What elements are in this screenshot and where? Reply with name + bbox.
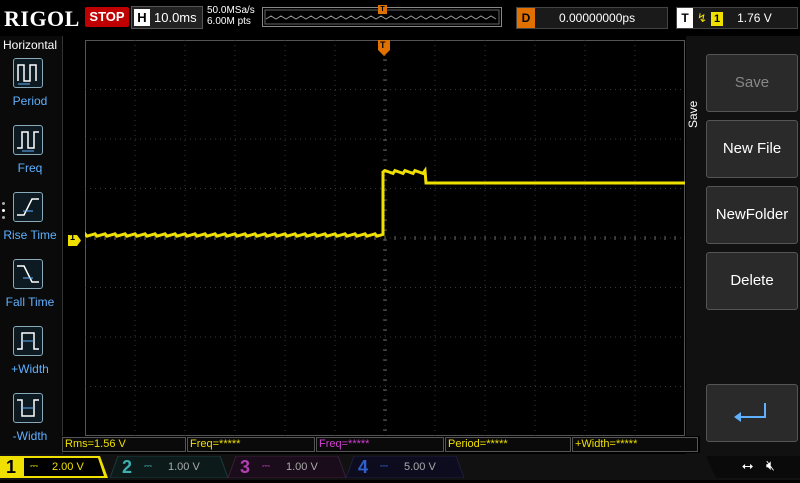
measure-item-label: Fall Time: [5, 295, 55, 309]
save-menu: Save Save New File NewFolder Delete: [686, 36, 800, 456]
trigger-source: 1: [711, 12, 724, 26]
channel-number: 2: [121, 457, 132, 477]
measurement-freq-ch3[interactable]: Freq=*****: [316, 437, 444, 452]
channel-scale: 5.00 V: [404, 461, 436, 473]
waveform-memory-overview: T: [262, 5, 502, 27]
return-button[interactable]: [706, 384, 798, 442]
usb-icon: ⭤: [742, 457, 754, 473]
dc-coupling-icon: ⎓: [262, 461, 270, 472]
negative-width-icon: [13, 393, 43, 423]
measure-item-label: Freq: [17, 161, 43, 175]
sample-rate: 50.0MSa/s: [207, 5, 255, 16]
timebase-value: 10.0ms: [154, 10, 197, 25]
measure-item-fall-time[interactable]: Fall Time: [0, 259, 60, 323]
measure-item-freq[interactable]: Freq: [0, 125, 60, 189]
positive-width-icon: [13, 326, 43, 356]
measure-item-positive-width[interactable]: +Width: [0, 326, 60, 390]
graticule-grid: [85, 40, 685, 436]
menu-title: Horizontal: [2, 38, 58, 52]
menu-page-indicator: [2, 202, 6, 226]
measurement-freq-ch1[interactable]: Freq=*****: [187, 437, 315, 452]
measurement-results-bar: Rms=1.56 V Freq=***** Freq=***** Period=…: [62, 436, 700, 453]
memory-depth: 6.00M pts: [207, 16, 251, 27]
channel-number: 1: [5, 457, 16, 477]
measure-item-negative-width[interactable]: -Width: [0, 393, 60, 457]
dc-coupling-icon: ⎓: [144, 461, 152, 472]
measure-menu: Horizontal Period Freq Rise Time Fall Ti…: [0, 36, 63, 456]
channel-3-tab[interactable]: 3 ⎓ 1.00 V: [228, 456, 346, 478]
delete-button[interactable]: Delete: [706, 252, 798, 310]
channel-scale: 2.00 V: [52, 461, 84, 473]
frequency-icon: [13, 125, 43, 155]
trigger-label: T: [677, 8, 693, 28]
trigger-position-marker-icon: T: [378, 5, 387, 14]
rising-edge-icon: ↯: [697, 11, 708, 25]
channel-1-tab[interactable]: 1 ⎓ 2.00 V: [0, 456, 108, 478]
run-stop-status[interactable]: STOP: [85, 7, 129, 27]
channel-number: 4: [357, 457, 368, 477]
channel-4-tab[interactable]: 4 ⎓ 5.00 V: [346, 456, 464, 478]
trigger-level: 1.76 V: [737, 11, 772, 25]
top-status-bar: RIGOL STOP H 10.0ms 50.0MSa/s 6.00M pts T…: [0, 0, 800, 36]
measure-item-label: Rise Time: [3, 228, 57, 242]
measurement-positive-width[interactable]: +Width=*****: [572, 437, 698, 452]
measurement-period[interactable]: Period=*****: [445, 437, 571, 452]
dc-coupling-icon: ⎓: [30, 461, 38, 472]
measure-item-label: -Width: [12, 429, 48, 443]
acquisition-info: 50.0MSa/s 6.00M pts: [207, 5, 255, 27]
fall-time-icon: [13, 259, 43, 289]
save-button[interactable]: Save: [706, 54, 798, 112]
delay-readout[interactable]: D 0.00000000ps: [516, 7, 668, 29]
rise-time-icon: [13, 192, 43, 222]
measure-item-label: +Width: [11, 362, 49, 376]
delay-value: 0.00000000ps: [559, 11, 636, 25]
trigger-readout[interactable]: T ↯ 1 1.76 V: [676, 7, 798, 29]
horizontal-timebase[interactable]: H 10.0ms: [131, 6, 203, 29]
trigger-position-marker[interactable]: T: [378, 40, 390, 56]
channel-2-tab[interactable]: 2 ⎓ 1.00 V: [110, 456, 228, 478]
speaker-muted-icon[interactable]: 🔇︎: [766, 457, 775, 474]
channel-number: 3: [239, 457, 250, 477]
system-status-area: ⭤ 🔇︎: [706, 456, 800, 478]
measure-item-period[interactable]: Period: [0, 58, 60, 122]
measure-item-rise-time[interactable]: Rise Time: [0, 192, 60, 256]
channel-scale: 1.00 V: [168, 461, 200, 473]
horizontal-label: H: [134, 9, 150, 26]
return-arrow-icon: [734, 403, 766, 422]
delay-label: D: [517, 8, 535, 28]
channel-1-marker[interactable]: 1: [68, 232, 81, 246]
channel-status-bar: 1 ⎓ 2.00 V 2 ⎓ 1.00 V 3 ⎓ 1.00 V 4 ⎓ 5.0…: [0, 454, 800, 480]
new-folder-button[interactable]: NewFolder: [706, 186, 798, 244]
period-icon: [13, 58, 43, 88]
channel-scale: 1.00 V: [286, 461, 318, 473]
new-file-button[interactable]: New File: [706, 120, 798, 178]
dc-coupling-icon: ⎓: [380, 461, 388, 472]
waveform-display[interactable]: [85, 40, 685, 436]
rigol-logo: RIGOL: [4, 6, 80, 31]
menu-title: Save: [686, 100, 700, 128]
measure-item-label: Period: [12, 94, 48, 108]
measurement-rms[interactable]: Rms=1.56 V: [62, 437, 186, 452]
